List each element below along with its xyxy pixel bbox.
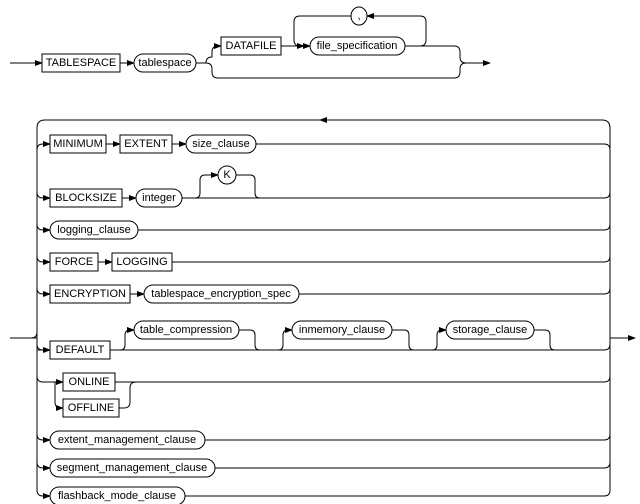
clause-flashback-mode: flashback_mode_clause [58,490,176,502]
clause-integer: integer [142,192,176,204]
keyword-default: DEFAULT [56,344,105,356]
keyword-encryption: ENCRYPTION [54,288,126,300]
clause-file-specification: file_specification [317,40,398,52]
clause-table-compression: table_compression [140,324,232,336]
keyword-force: FORCE [55,256,94,268]
clause-segment-management: segment_management_clause [57,462,207,474]
keyword-datafile: DATAFILE [226,40,277,52]
keyword-k: K [223,169,231,181]
keyword-minimum: MINIMUM [53,138,103,150]
syntax-diagram: TABLESPACE tablespace DATAFILE file_spec… [0,0,640,504]
clause-extent-management: extent_management_clause [58,434,196,446]
clause-storage: storage_clause [453,324,528,336]
keyword-logging: LOGGING [116,256,167,268]
keyword-blocksize: BLOCKSIZE [55,192,117,204]
keyword-offline: OFFLINE [68,402,114,414]
clause-tablespace-encryption-spec: tablespace_encryption_spec [151,288,291,300]
keyword-extent: EXTENT [124,138,168,150]
clause-size: size_clause [192,138,249,150]
clause-inmemory: inmemory_clause [299,324,385,336]
keyword-online: ONLINE [69,376,110,388]
keyword-tablespace: TABLESPACE [46,57,117,69]
separator-comma: , [357,10,360,22]
clause-tablespace: tablespace [138,57,191,69]
clause-logging: logging_clause [57,224,130,236]
